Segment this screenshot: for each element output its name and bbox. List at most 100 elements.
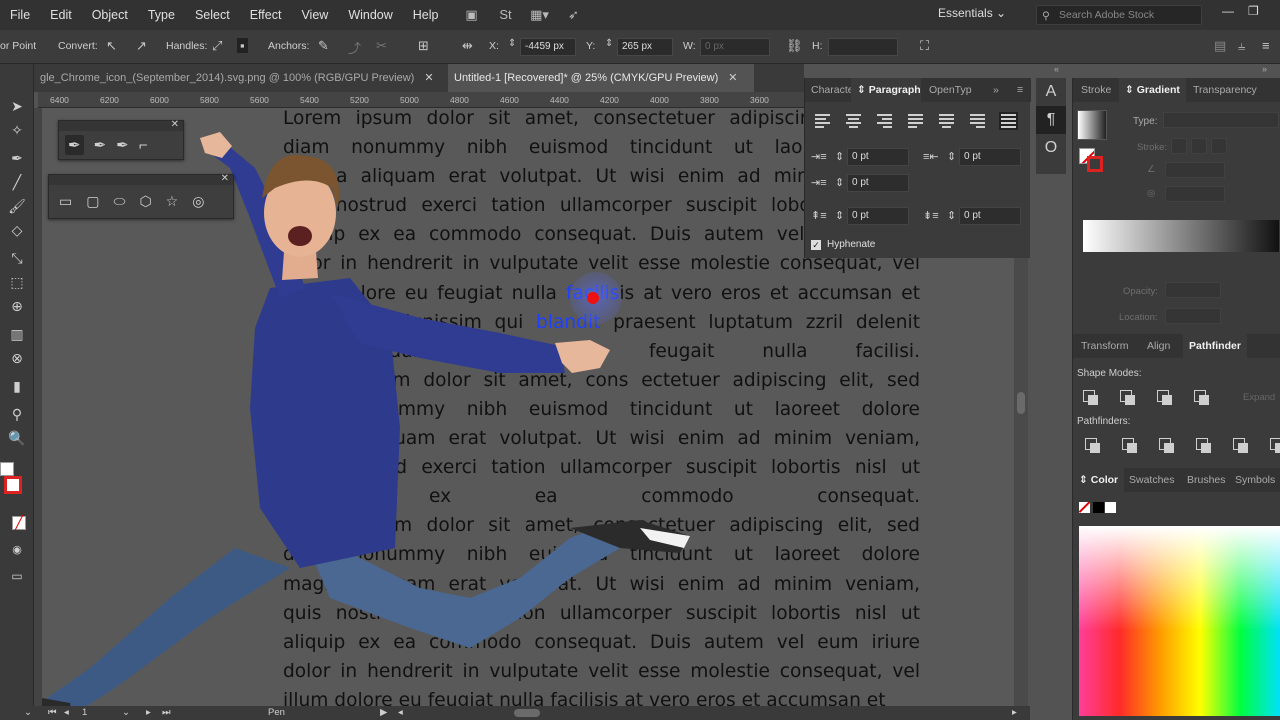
tab-paragraph[interactable]: ⇕ Paragraph — [851, 78, 921, 102]
tab-transparency[interactable]: Transparency — [1193, 78, 1257, 102]
character-panel-icon[interactable]: A — [1036, 78, 1066, 106]
delete-anchor-icon[interactable]: ✒ — [116, 136, 129, 154]
draw-mode-icon[interactable]: ◉ — [7, 540, 27, 560]
play-icon[interactable]: ▶ — [380, 707, 387, 718]
gradient-type-select[interactable] — [1163, 112, 1279, 128]
tab-brushes[interactable]: Brushes — [1187, 468, 1226, 492]
tab-stroke[interactable]: Stroke — [1081, 78, 1111, 102]
exclude-icon[interactable] — [1194, 390, 1210, 406]
y-field[interactable]: 265 px — [617, 38, 673, 56]
close-icon[interactable]: ✕ — [171, 119, 179, 130]
align-center-icon[interactable] — [844, 112, 863, 130]
x-stepper-icon[interactable]: ⇕ — [508, 38, 516, 49]
stepper-icon[interactable]: ⇕ — [947, 209, 956, 222]
none-swatch-icon[interactable]: ╱ — [12, 516, 26, 530]
next-page-icon[interactable]: ▸ — [146, 707, 151, 718]
isolate-icon[interactable]: ⛶ — [920, 38, 929, 54]
stroke-option-3[interactable] — [1211, 138, 1227, 154]
close-icon[interactable]: ✕ — [221, 173, 229, 184]
chevron-down-icon[interactable]: ⌄ — [24, 707, 32, 718]
blend-tool-icon[interactable]: ⊗ — [7, 348, 27, 368]
expand-panels-icon[interactable]: » — [987, 78, 999, 102]
x-field[interactable]: -4459 px — [520, 38, 576, 56]
menu-edit[interactable]: Edit — [40, 0, 82, 30]
scale-tool-icon[interactable]: ⤡ — [7, 248, 27, 268]
justify-all-icon[interactable] — [999, 112, 1018, 130]
line-tool-icon[interactable]: ╱ — [7, 172, 27, 192]
tab-color[interactable]: ⇕ Color — [1073, 468, 1125, 492]
eraser-icon[interactable]: ◇ — [7, 220, 27, 240]
crop-icon[interactable] — [1196, 438, 1212, 454]
restore-icon[interactable]: ❐ — [1248, 4, 1259, 18]
arrange-documents-icon[interactable]: ▦▾ — [529, 6, 551, 24]
tab-opentype[interactable]: OpenTyp — [923, 78, 973, 102]
menu-file[interactable]: File — [0, 0, 40, 30]
tab-swatches[interactable]: Swatches — [1129, 468, 1175, 492]
none-swatch-icon[interactable] — [1079, 502, 1090, 513]
polygon-tool-icon[interactable]: ⬡ — [139, 193, 151, 210]
justify-last-left-icon[interactable] — [906, 112, 925, 130]
pen-tool-icon[interactable]: ✒ — [65, 135, 84, 155]
menu-window[interactable]: Window — [338, 0, 402, 30]
first-line-indent-field[interactable]: 0 pt — [847, 174, 909, 192]
minus-front-icon[interactable] — [1120, 390, 1136, 406]
paintbrush-icon[interactable]: 🖌 — [7, 196, 27, 216]
fill-stroke-icon[interactable] — [1079, 148, 1105, 174]
menu-object[interactable]: Object — [82, 0, 138, 30]
tab-transform[interactable]: Transform — [1081, 334, 1128, 358]
connect-anchor-icon[interactable]: ⤴ — [348, 38, 361, 57]
merge-icon[interactable] — [1159, 438, 1175, 454]
tab-untitled-1[interactable]: Untitled-1 [Recovered]* @ 25% (CMYK/GPU … — [448, 64, 754, 92]
workspace-switcher[interactable]: Essentials ⌄ — [938, 6, 1006, 20]
eyedropper-icon[interactable]: ⚲ — [7, 404, 27, 424]
free-transform-icon[interactable]: ⬚ — [7, 272, 27, 292]
stepper-icon[interactable]: ⇕ — [835, 176, 844, 189]
scroll-thumb[interactable] — [1017, 392, 1025, 414]
magic-wand-icon[interactable]: ✧ — [7, 120, 27, 140]
color-spectrum[interactable] — [1079, 526, 1280, 716]
anchor-grid-icon[interactable]: ⊞ — [418, 38, 429, 54]
close-icon[interactable]: ✕ — [728, 72, 737, 84]
hide-handles-icon[interactable]: ▪ — [237, 38, 248, 53]
stroke-option-1[interactable] — [1171, 138, 1187, 154]
zoom-tool-icon[interactable]: 🔍 — [7, 428, 27, 448]
convert-corner-icon[interactable]: ↖ — [106, 38, 117, 54]
menu-effect[interactable]: Effect — [240, 0, 292, 30]
opentype-panel-icon[interactable]: O — [1036, 134, 1066, 162]
tab-chrome-icon-document[interactable]: gle_Chrome_icon_(September_2014).svg.png… — [34, 64, 446, 92]
paragraph-icon[interactable]: ⫨ — [1238, 38, 1245, 54]
anchor-point-tool-icon[interactable]: ⌐ — [139, 137, 148, 154]
justify-last-center-icon[interactable] — [937, 112, 956, 130]
bridge-icon[interactable]: ▣ — [461, 6, 483, 24]
tab-gradient[interactable]: ⇕ Gradient — [1119, 78, 1186, 102]
panel-grip[interactable]: ✕ — [49, 173, 233, 185]
gradient-tool-icon[interactable]: ▥ — [7, 324, 27, 344]
scroll-right-icon[interactable]: ▸ — [1012, 707, 1017, 718]
tab-pathfinder[interactable]: Pathfinder — [1183, 334, 1247, 358]
ellipse-tool-icon[interactable]: ⬭ — [113, 193, 125, 210]
prev-page-icon[interactable]: ◂ — [64, 707, 69, 718]
menu-icon[interactable]: ≡ — [1262, 38, 1270, 53]
shape-builder-icon[interactable]: ⊕ — [7, 296, 27, 316]
minus-back-icon[interactable] — [1270, 438, 1280, 454]
first-page-icon[interactable]: ⏮ — [48, 707, 57, 718]
outline-icon[interactable] — [1233, 438, 1249, 454]
stroke-option-2[interactable] — [1191, 138, 1207, 154]
gradient-slider[interactable] — [1083, 220, 1279, 252]
stock-search-input[interactable]: ⚲ Search Adobe Stock — [1036, 5, 1202, 25]
panel-menu-icon[interactable]: ≡ — [1011, 78, 1023, 102]
align-left-icon[interactable] — [813, 112, 832, 130]
white-swatch[interactable] — [1105, 502, 1116, 513]
h-field[interactable] — [828, 38, 898, 56]
space-before-field[interactable]: 0 pt — [847, 207, 909, 225]
paragraph-panel-icon[interactable]: ¶ — [1036, 106, 1066, 134]
hyphenate-checkbox[interactable]: ✓ Hyphenate — [811, 239, 875, 250]
opacity-field[interactable] — [1165, 282, 1221, 298]
scroll-left-icon[interactable]: ◂ — [398, 707, 403, 718]
selection-tool-icon[interactable]: ➤ — [7, 96, 27, 116]
left-indent-field[interactable]: 0 pt — [847, 148, 909, 166]
tab-symbols[interactable]: Symbols — [1235, 468, 1275, 492]
fill-stroke-icon[interactable] — [0, 462, 24, 506]
close-icon[interactable]: ✕ — [424, 72, 433, 84]
show-handles-icon[interactable]: ⤢ — [212, 38, 222, 54]
